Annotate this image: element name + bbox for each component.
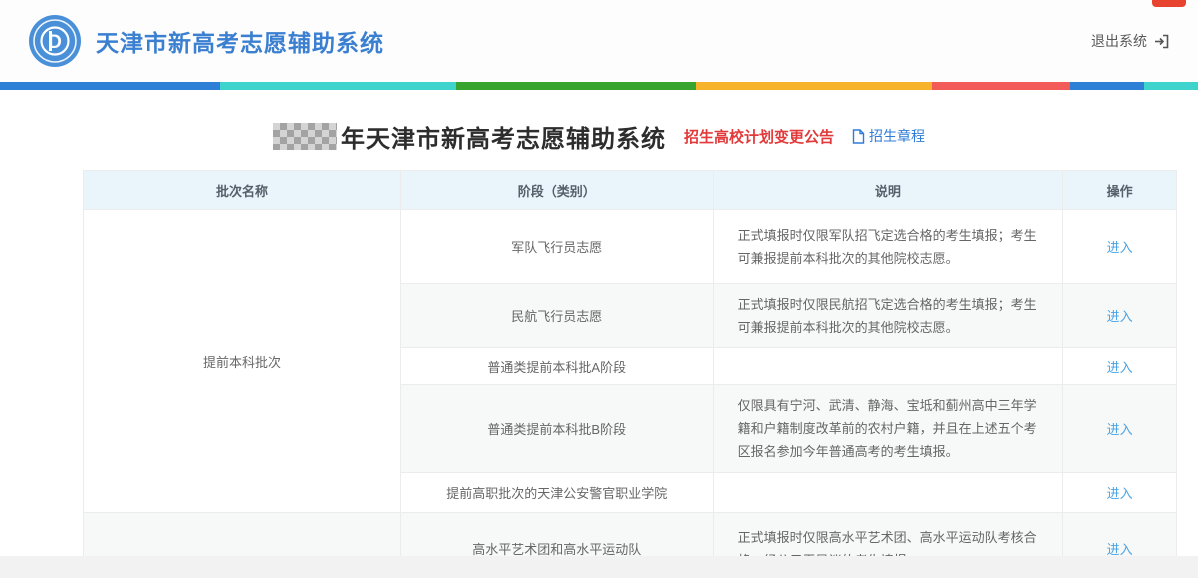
col-header-stage: 阶段（类别） xyxy=(400,171,713,210)
desc-cell xyxy=(713,473,1063,513)
desc-cell: 正式填报时仅限高水平艺术团、高水平运动队考核合格、经公示无异议的考生填报。 xyxy=(713,513,1063,557)
batch-table: 批次名称 阶段（类别） 说明 操作 提前本科批次 军队飞行员志愿 正式填报时仅限… xyxy=(83,170,1177,556)
col-header-action: 操作 xyxy=(1063,171,1177,210)
stage-cell: 普通类提前本科批A阶段 xyxy=(400,348,713,385)
desc-cell: 正式填报时仅限军队招飞定选合格的考生填报；考生可兼报提前本科批次的其他院校志愿。 xyxy=(713,210,1063,284)
document-icon xyxy=(852,129,865,144)
enrollment-charter-link[interactable]: 招生章程 xyxy=(852,126,925,146)
main-content: 年天津市新高考志愿辅助系统 招生高校计划变更公告 招生章程 批次名称 阶段（类别… xyxy=(0,90,1198,556)
logout-label: 退出系统 xyxy=(1091,31,1147,51)
redacted-year-mosaic xyxy=(273,123,337,150)
system-logo-icon: D xyxy=(28,14,82,68)
top-right-red-badge xyxy=(1152,0,1186,7)
logout-icon xyxy=(1153,33,1170,50)
stage-cell: 高水平艺术团和高水平运动队 xyxy=(400,513,713,557)
batch-name-cell-empty xyxy=(84,513,401,557)
desc-cell: 正式填报时仅限民航招飞定选合格的考生填报；考生可兼报提前本科批次的其他院校志愿。 xyxy=(713,284,1063,348)
bottom-gray-band xyxy=(0,556,1198,578)
col-header-batch: 批次名称 xyxy=(84,171,401,210)
batch-table-wrap: 批次名称 阶段（类别） 说明 操作 提前本科批次 军队飞行员志愿 正式填报时仅限… xyxy=(83,170,1177,556)
logout-button[interactable]: 退出系统 xyxy=(1091,31,1170,51)
table-row: 高水平艺术团和高水平运动队 正式填报时仅限高水平艺术团、高水平运动队考核合格、经… xyxy=(84,513,1177,557)
stage-cell: 民航飞行员志愿 xyxy=(400,284,713,348)
enter-link[interactable]: 进入 xyxy=(1107,542,1133,556)
enter-link[interactable]: 进入 xyxy=(1107,486,1133,501)
stage-cell: 提前高职批次的天津公安警官职业学院 xyxy=(400,473,713,513)
app-title: 天津市新高考志愿辅助系统 xyxy=(96,24,384,58)
enter-link[interactable]: 进入 xyxy=(1107,360,1133,375)
enter-link[interactable]: 进入 xyxy=(1107,422,1133,437)
enter-link[interactable]: 进入 xyxy=(1107,309,1133,324)
decorative-color-stripe xyxy=(0,82,1198,90)
page-title: 年天津市新高考志愿辅助系统 xyxy=(341,119,666,154)
stage-cell: 普通类提前本科批B阶段 xyxy=(400,385,713,473)
col-header-desc: 说明 xyxy=(713,171,1063,210)
stage-cell: 军队飞行员志愿 xyxy=(400,210,713,284)
batch-name-cell: 提前本科批次 xyxy=(84,210,401,513)
table-row: 提前本科批次 军队飞行员志愿 正式填报时仅限军队招飞定选合格的考生填报；考生可兼… xyxy=(84,210,1177,284)
top-bar: D 天津市新高考志愿辅助系统 退出系统 xyxy=(0,0,1198,82)
desc-cell: 仅限具有宁河、武清、静海、宝坻和蓟州高中三年学籍和户籍制度改革前的农村户籍，并且… xyxy=(713,385,1063,473)
enter-link[interactable]: 进入 xyxy=(1107,240,1133,255)
desc-cell xyxy=(713,348,1063,385)
enrollment-charter-label: 招生章程 xyxy=(869,126,925,146)
title-row: 年天津市新高考志愿辅助系统 招生高校计划变更公告 招生章程 xyxy=(0,118,1198,154)
plan-change-notice-link[interactable]: 招生高校计划变更公告 xyxy=(684,126,834,147)
table-header-row: 批次名称 阶段（类别） 说明 操作 xyxy=(84,171,1177,210)
